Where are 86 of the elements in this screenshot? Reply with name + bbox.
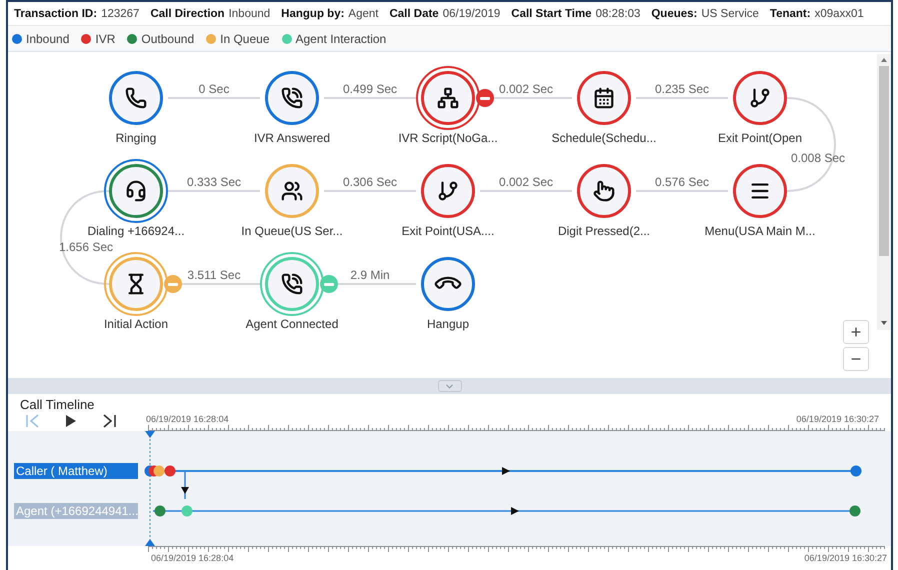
duration-label: 0.002 Sec bbox=[498, 82, 554, 96]
legend-label: In Queue bbox=[220, 32, 270, 46]
field-label: Transaction ID: bbox=[14, 8, 98, 20]
node-label: IVR Script(NoGa... bbox=[397, 131, 499, 145]
end-time: 06/19/2019 16:30:27 bbox=[796, 414, 879, 424]
people-icon bbox=[281, 180, 303, 202]
field-value: US Service bbox=[701, 8, 759, 20]
field-value: Inbound bbox=[228, 8, 270, 20]
start-time: 06/19/2019 16:28:04 bbox=[151, 553, 234, 563]
node-label: Agent Connected bbox=[244, 317, 340, 331]
field-value: 123267 bbox=[101, 8, 140, 20]
field-label: Queues: bbox=[651, 8, 698, 20]
playhead[interactable] bbox=[145, 431, 155, 546]
end-time: 06/19/2019 16:30:27 bbox=[804, 553, 887, 563]
skip-to-start-icon bbox=[25, 413, 41, 429]
field-value: x09axx01 bbox=[814, 8, 864, 20]
node-label: Exit Point(USA.... bbox=[400, 224, 496, 238]
branch-icon bbox=[749, 87, 771, 109]
field-label: Call Date bbox=[389, 8, 439, 20]
minus-badge-icon[interactable] bbox=[476, 89, 494, 107]
transfer-arrow bbox=[181, 472, 189, 499]
zoom-in-button[interactable]: + bbox=[843, 320, 869, 344]
flow-node[interactable] bbox=[109, 71, 163, 125]
zoom-out-button[interactable]: − bbox=[843, 347, 869, 371]
node-label: In Queue(US Ser... bbox=[240, 224, 344, 238]
duration-label: 0.235 Sec bbox=[654, 82, 710, 96]
phone-call-icon bbox=[281, 87, 303, 109]
direction-arrow-icon bbox=[511, 507, 519, 515]
telephone-icon bbox=[125, 87, 147, 109]
flow-node[interactable] bbox=[733, 71, 787, 125]
legend-label: Inbound bbox=[26, 32, 70, 46]
flow-node[interactable] bbox=[421, 257, 475, 311]
legend-label: Agent Interaction bbox=[296, 32, 386, 46]
event-dot[interactable] bbox=[850, 466, 862, 476]
duration-label: 2.9 Min bbox=[350, 268, 390, 282]
hierarchy-icon bbox=[437, 87, 459, 109]
flow-node[interactable] bbox=[577, 164, 631, 218]
section-title: Call Timeline bbox=[19, 396, 96, 412]
duration-label: 0.008 Sec bbox=[790, 151, 846, 165]
phone-call-icon bbox=[281, 273, 303, 295]
field-label: Hangup by: bbox=[281, 8, 344, 20]
pointing-hand-icon bbox=[593, 180, 615, 202]
skip-to-end-icon bbox=[101, 413, 117, 429]
node-label: Digit Pressed(2... bbox=[556, 224, 652, 238]
duration-label: 0.499 Sec bbox=[342, 82, 398, 96]
flow-node[interactable] bbox=[265, 164, 319, 218]
legend-label: Outbound bbox=[141, 32, 194, 46]
field-label: Tenant: bbox=[770, 8, 811, 20]
headset-person-icon bbox=[125, 180, 147, 202]
node-label: IVR Answered bbox=[252, 131, 332, 145]
calendar-icon bbox=[593, 87, 615, 109]
play-icon bbox=[65, 414, 77, 428]
node-label: Menu(USA Main M... bbox=[704, 224, 816, 238]
field-value: 06/19/2019 bbox=[442, 8, 500, 20]
field-label: Call Direction bbox=[150, 8, 225, 20]
node-label: Ringing bbox=[114, 131, 158, 145]
field-value: 08:28:03 bbox=[596, 8, 640, 20]
track-label[interactable]: Caller ( Matthew) bbox=[14, 463, 138, 479]
node-label: Schedule(Schedu... bbox=[550, 131, 658, 145]
event-dot[interactable] bbox=[850, 506, 860, 516]
branch-icon bbox=[437, 180, 459, 202]
flow-node[interactable] bbox=[577, 71, 631, 125]
node-label: Initial Action bbox=[102, 317, 170, 331]
event-dot[interactable] bbox=[154, 506, 166, 516]
start-time: 06/19/2019 16:28:04 bbox=[146, 414, 229, 424]
duration-label: 0.333 Sec bbox=[186, 175, 242, 189]
duration-label: 0.306 Sec bbox=[342, 175, 398, 189]
duration-label: 3.511 Sec bbox=[187, 268, 241, 282]
duration-label: 0.002 Sec bbox=[498, 175, 554, 189]
flow-node[interactable] bbox=[421, 164, 475, 218]
duration-label: 0.576 Sec bbox=[654, 175, 710, 189]
event-dot[interactable] bbox=[154, 466, 164, 476]
field-value: Agent bbox=[348, 8, 378, 20]
event-dot[interactable] bbox=[164, 466, 176, 476]
flow-node[interactable] bbox=[733, 164, 787, 218]
event-dot[interactable] bbox=[182, 506, 192, 516]
node-label: Hangup bbox=[426, 317, 470, 331]
node-label: Dialing +166924... bbox=[86, 224, 186, 238]
legend-label: IVR bbox=[95, 32, 116, 46]
direction-arrow-icon bbox=[502, 467, 510, 475]
duration-label: 1.656 Sec bbox=[58, 240, 114, 254]
flow-node[interactable] bbox=[265, 71, 319, 125]
scrollbar[interactable] bbox=[877, 54, 891, 330]
node-label: Exit Point(Open bbox=[716, 131, 804, 145]
duration-label: 0 Sec bbox=[198, 82, 230, 96]
field-label: Call Start Time bbox=[511, 8, 592, 20]
